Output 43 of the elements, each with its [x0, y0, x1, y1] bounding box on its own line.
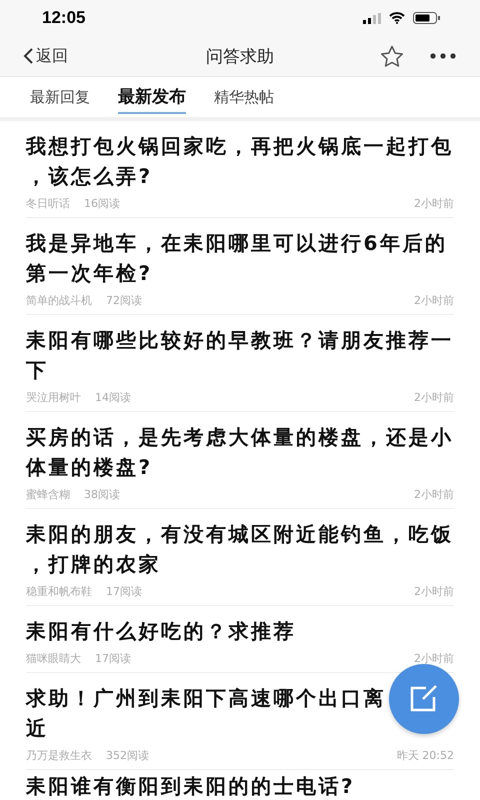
author-name: 蜜蜂含糊: [26, 486, 70, 502]
post-time: 2小时前: [414, 196, 454, 210]
tab[interactable]: 最新发布: [118, 80, 186, 114]
post-time: 2小时前: [414, 584, 454, 598]
author-name: 乃万是救生衣: [26, 748, 92, 762]
post-title[interactable]: 耒阳有什么好吃的？求推荐: [26, 616, 296, 646]
read-count: 352阅读: [106, 748, 149, 762]
author-name: 冬日听话: [26, 196, 70, 210]
post-title[interactable]: 我是异地车，在耒阳哪里可以进行6年后的 第一次年检?: [26, 228, 448, 288]
more-icon[interactable]: [430, 53, 456, 59]
page-title: 问答求助: [206, 46, 274, 68]
post-title[interactable]: 耒阳的朋友，有没有城区附近能钓鱼，吃饭 ，打牌的农家: [26, 519, 454, 579]
back-button[interactable]: 返回: [22, 46, 68, 66]
tab[interactable]: 最新回复: [30, 84, 90, 110]
post-time: 2小时前: [414, 486, 454, 502]
wifi-icon: [389, 12, 405, 24]
read-count: 38阅读: [84, 486, 120, 502]
clock-time: 12:05: [42, 8, 86, 28]
battery-icon: [413, 12, 440, 24]
post-title[interactable]: 买房的话，是先考虑大体量的楼盘，还是小 体量的楼盘?: [26, 422, 454, 482]
compose-button[interactable]: [389, 664, 459, 734]
author-name: 简单的战斗机: [26, 292, 92, 308]
post-title[interactable]: 耒阳谁有衡阳到耒阳的的士电话?: [26, 774, 356, 798]
read-count: 17阅读: [95, 650, 131, 666]
chevron-left-icon: [22, 48, 34, 64]
post-time: 昨天 20:52: [396, 748, 454, 762]
read-count: 16阅读: [84, 196, 120, 210]
star-icon[interactable]: [380, 44, 404, 68]
read-count: 17阅读: [106, 584, 142, 598]
read-count: 14阅读: [95, 390, 131, 404]
post-time: 2小时前: [414, 650, 454, 666]
post-time: 2小时前: [414, 390, 454, 404]
post-time: 2小时前: [414, 292, 454, 308]
post-title[interactable]: 耒阳有哪些比较好的早教班？请朋友推荐一 下: [26, 325, 454, 385]
signal-icon: [363, 12, 381, 24]
post-title[interactable]: 求助！广州到耒阳下高速哪个出口离 近: [26, 683, 386, 743]
tab[interactable]: 精华热帖: [214, 84, 274, 110]
edit-icon: [409, 685, 439, 713]
read-count: 72阅读: [106, 292, 142, 308]
author-name: 哭泣用树叶: [26, 390, 81, 404]
author-name: 稳重和帆布鞋: [26, 584, 92, 598]
author-name: 猫咪眼睛大: [26, 650, 81, 666]
post-title[interactable]: 我想打包火锅回家吃，再把火锅底一起打包 ，该怎么弄?: [26, 131, 454, 191]
